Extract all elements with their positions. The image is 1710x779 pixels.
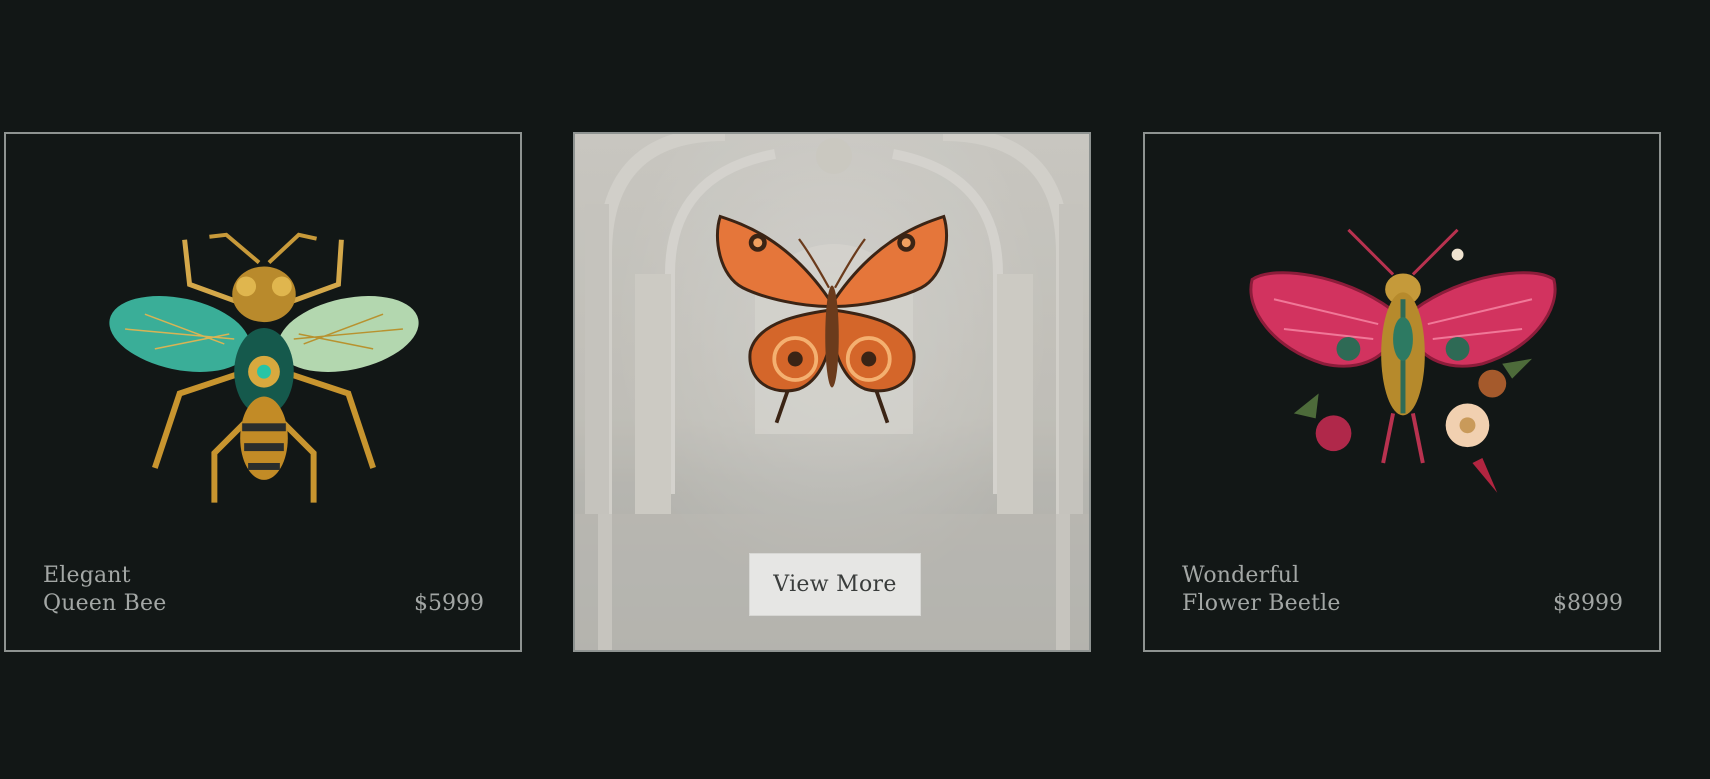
product-price: $8999 (1553, 591, 1623, 616)
product-name-line-2: Flower Beetle (1182, 591, 1341, 616)
mechanical-butterfly-icon (716, 214, 948, 424)
mechanical-bee-icon (109, 232, 419, 503)
product-name-line-1: Elegant (43, 563, 131, 588)
product-name: Elegant Queen Bee (43, 562, 166, 618)
product-card-queen-bee[interactable]: Elegant Queen Bee $5999 (4, 132, 522, 652)
product-name-line-1: Wonderful (1182, 563, 1300, 588)
floral-beetle-icon (1249, 228, 1557, 493)
product-name-line-2: Queen Bee (43, 591, 167, 616)
view-more-button[interactable]: View More (749, 553, 921, 616)
product-name: Wonderful Flower Beetle (1182, 562, 1341, 618)
product-price: $5999 (414, 591, 484, 616)
product-card-butterfly[interactable]: View More (573, 132, 1091, 652)
product-card-flower-beetle[interactable]: Wonderful Flower Beetle $8999 (1143, 132, 1661, 652)
